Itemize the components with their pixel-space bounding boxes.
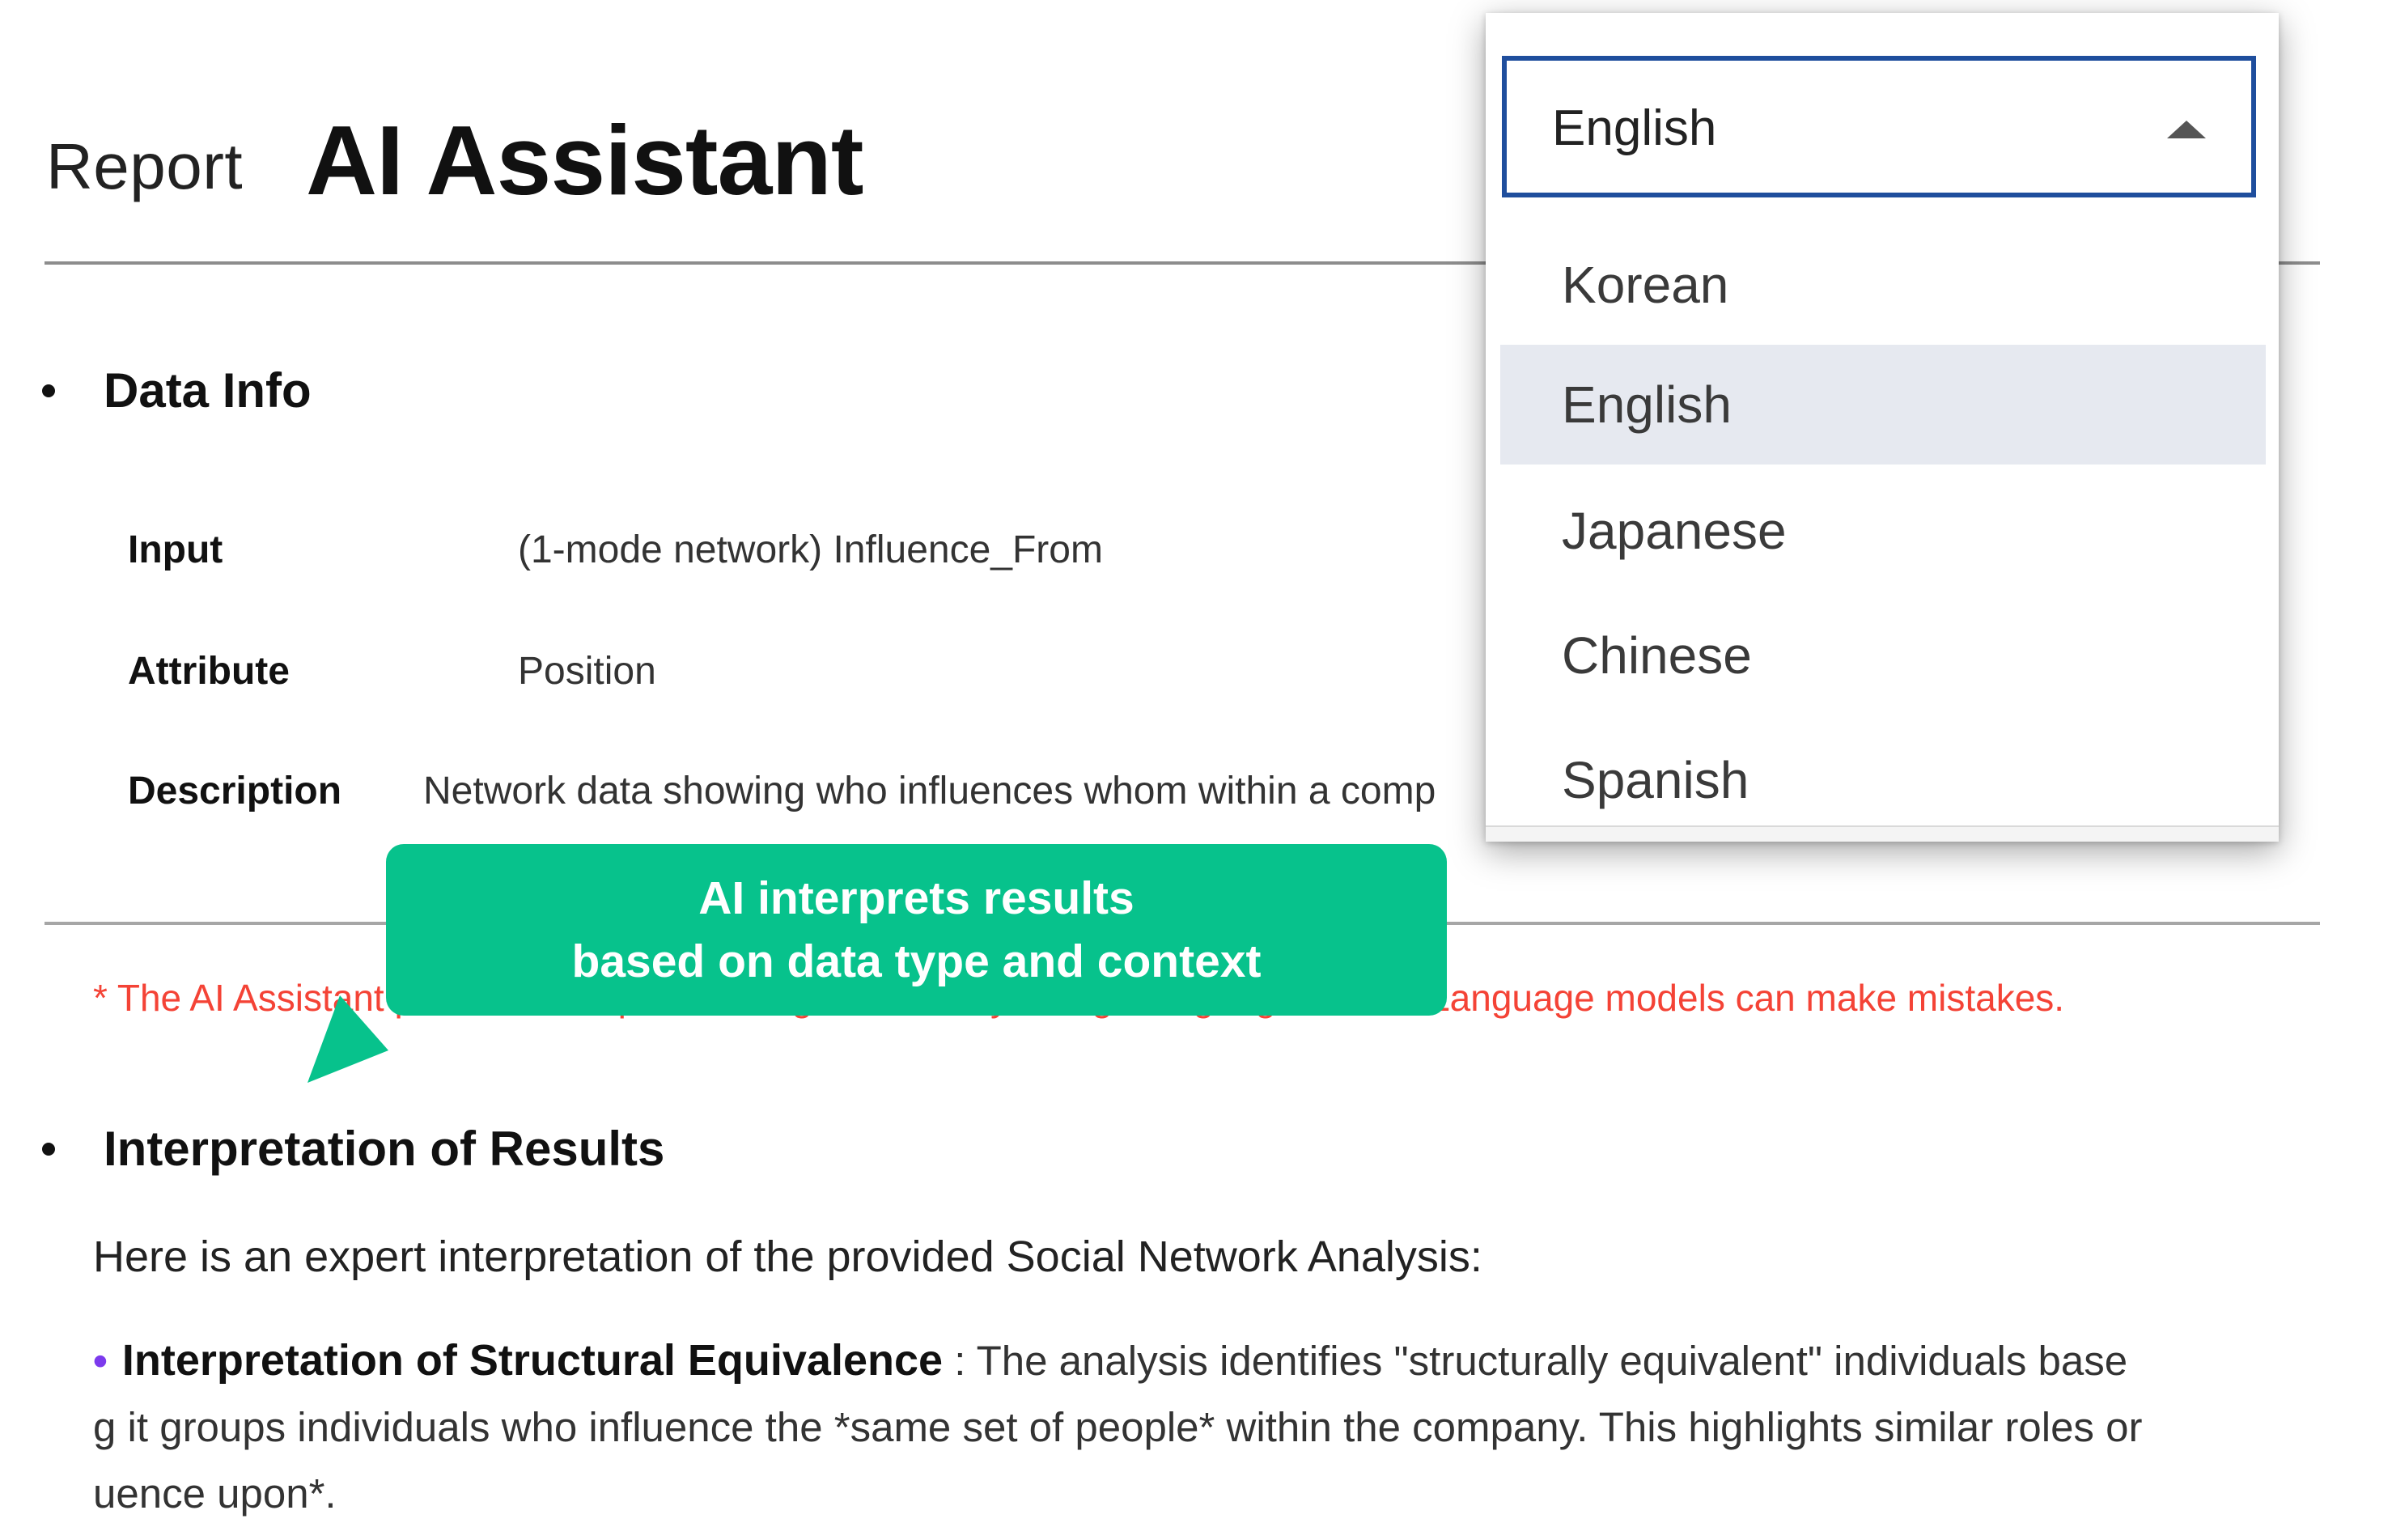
selected-language: English — [1552, 100, 1717, 156]
report-page: Report AI Assistant Data Info Input (1-m… — [0, 0, 2392, 1540]
language-option-korean[interactable]: Korean — [1500, 225, 2266, 345]
dropdown-scroll-edge[interactable] — [1486, 825, 2279, 842]
bullet-icon — [42, 384, 55, 397]
data-info-heading: Data Info — [104, 363, 312, 418]
structural-equivalence-heading: Interpretation of Structural Equivalence — [121, 1336, 944, 1385]
purple-bullet-icon: • — [93, 1338, 108, 1384]
language-option-english[interactable]: English — [1500, 345, 2266, 465]
data-info-section-header: Data Info — [42, 363, 312, 418]
language-select[interactable]: English — [1502, 56, 2256, 197]
bullet-icon — [42, 1142, 55, 1156]
report-label: Report — [46, 130, 244, 202]
input-label: Input — [128, 528, 223, 571]
callout-pointer-icon — [307, 995, 388, 1083]
attribute-value: Position — [518, 650, 656, 693]
structural-equivalence-text: : The analysis identifies "structurally … — [943, 1338, 2128, 1384]
callout-line-1: AI interprets results — [698, 872, 1135, 924]
caret-up-icon[interactable] — [2167, 121, 2206, 138]
language-option-spanish[interactable]: Spanish — [1500, 720, 2266, 840]
attribute-label: Attribute — [128, 650, 290, 693]
language-option-chinese[interactable]: Chinese — [1500, 596, 2266, 715]
interpretation-line-3: uence upon*. — [93, 1470, 337, 1517]
description-value: Network data showing who influences whom… — [423, 770, 1436, 812]
language-option-japanese[interactable]: Japanese — [1500, 471, 2266, 591]
feature-callout: AI interprets results based on data type… — [386, 844, 1447, 1016]
interpretation-intro: Here is an expert interpretation of the … — [93, 1232, 1482, 1281]
callout-line-2: based on data type and context — [571, 935, 1262, 987]
language-dropdown[interactable]: English Korean English Japanese Chinese … — [1486, 13, 2279, 842]
interpretation-line-1: • Interpretation of Structural Equivalenc… — [93, 1327, 2320, 1394]
interpretation-heading: Interpretation of Results — [104, 1122, 665, 1176]
description-label: Description — [128, 770, 342, 812]
interpretation-bullet: • Interpretation of Structural Equivalenc… — [93, 1327, 2320, 1527]
page-title: AI Assistant — [306, 105, 864, 215]
input-value: (1-mode network) Influence_From — [518, 528, 1103, 571]
interpretation-section-header: Interpretation of Results — [42, 1121, 664, 1177]
interpretation-line-2: g it groups individuals who influence th… — [93, 1404, 2143, 1450]
